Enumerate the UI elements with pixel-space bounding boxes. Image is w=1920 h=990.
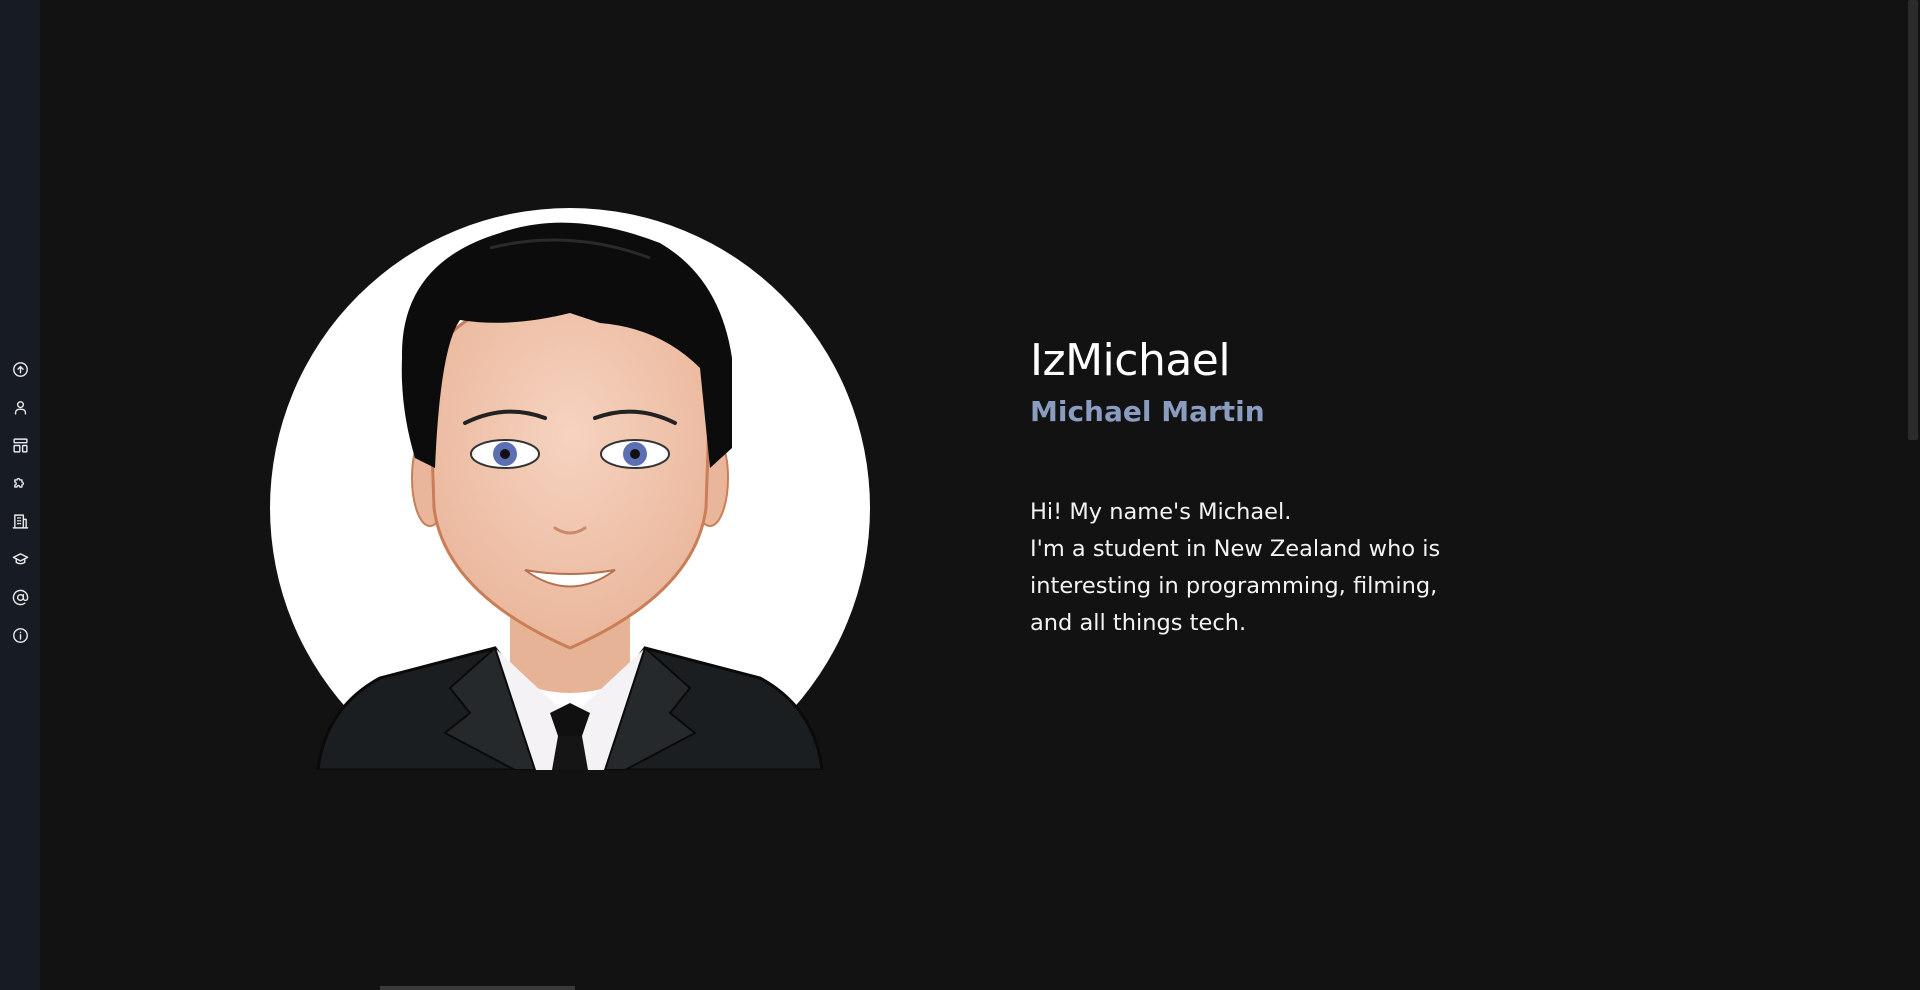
at-sign-icon [12,589,28,605]
layout-icon [12,437,28,453]
nav-contact[interactable] [0,578,40,616]
bio-line: interesting in programming, filming, [1030,573,1438,599]
nav-experience[interactable] [0,502,40,540]
bio-line: Hi! My name's Michael. [1030,499,1292,525]
sidebar [0,0,40,990]
arrow-up-circle-icon [12,361,28,377]
nav-top[interactable] [0,350,40,388]
nav-about[interactable] [0,388,40,426]
nav-skills[interactable] [0,464,40,502]
nav-projects[interactable] [0,426,40,464]
avatar [270,208,870,770]
horizontal-scrollbar-thumb[interactable] [380,986,575,990]
user-icon [14,400,26,415]
vertical-scrollbar-thumb[interactable] [1908,0,1918,440]
profile-full-name: Michael Martin [1030,395,1265,428]
nav-education[interactable] [0,540,40,578]
profile-bio: Hi! My name's Michael. I'm a student in … [1030,494,1510,642]
info-icon [12,627,28,643]
building-icon [12,513,28,529]
puzzle-icon [13,477,24,488]
profile-section: IzMichael Michael Martin Hi! My name's M… [1030,330,1510,642]
sidebar-nav [0,350,40,654]
vertical-scrollbar[interactable] [1906,0,1920,990]
profile-handle: IzMichael [1030,335,1231,386]
bio-line: I'm a student in New Zealand who is [1030,536,1441,562]
nav-info[interactable] [0,616,40,654]
graduation-cap-icon [12,552,28,564]
bio-line: and all things tech. [1030,610,1247,636]
avatar-illustration [270,208,870,770]
